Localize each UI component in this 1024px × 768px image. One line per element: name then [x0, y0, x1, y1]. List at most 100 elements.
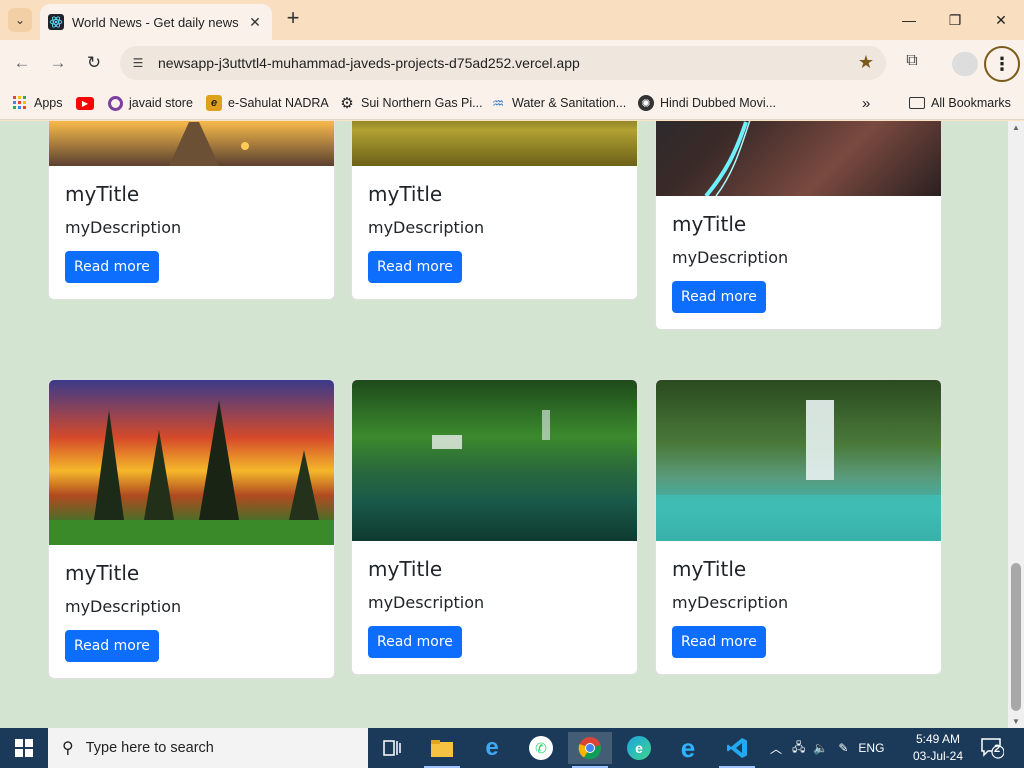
notification-center-button[interactable]: 2: [980, 736, 1008, 760]
folder-icon: [909, 97, 925, 109]
bookmark-hindi-dubbed[interactable]: ✺ Hindi Dubbed Movi...: [638, 92, 776, 114]
bookmark-label: Hindi Dubbed Movi...: [660, 96, 777, 110]
bookmark-apps[interactable]: Apps: [12, 92, 63, 114]
all-bookmarks-button[interactable]: All Bookmarks: [909, 92, 1011, 114]
tab-strip: ⌄ World News - Get daily news fr ✕ + — ❐…: [0, 0, 1024, 40]
minimize-button[interactable]: —: [886, 0, 932, 40]
chevron-down-icon: ⌄: [14, 13, 26, 27]
react-favicon-icon: [48, 14, 64, 30]
notification-count: 2: [994, 743, 1001, 755]
reload-icon: ↻: [86, 53, 102, 72]
arrow-right-icon: →: [49, 53, 67, 72]
ring-icon: [108, 95, 123, 111]
bookmark-e-sahulat[interactable]: e e-Sahulat NADRA: [206, 92, 329, 114]
bookmark-water-sanitation[interactable]: ♒ Water & Sanitation...: [490, 92, 626, 114]
news-card: myTitle myDescription Read more: [48, 379, 335, 679]
news-card: myTitle myDescription Read more: [351, 379, 638, 675]
scrollbar-thumb[interactable]: [1011, 563, 1021, 711]
scroll-up-icon[interactable]: ▲: [1012, 123, 1020, 132]
news-card-title: myTitle: [65, 182, 140, 206]
news-card-image: [352, 121, 637, 166]
chevron-up-icon[interactable]: ︿: [770, 740, 782, 757]
news-card: myTitle myDescription Read more: [655, 379, 942, 675]
tab-close-icon[interactable]: ✕: [246, 14, 264, 31]
kebab-menu-icon: ⋮: [993, 53, 1011, 74]
taskbar-clock[interactable]: 5:49 AM 03-Jul-24: [904, 731, 972, 765]
browser-tab[interactable]: World News - Get daily news fr ✕: [40, 4, 272, 40]
pen-icon[interactable]: ✎: [838, 741, 848, 755]
speaker-icon[interactable]: 🔈: [813, 741, 828, 755]
edge-button[interactable]: e: [470, 732, 514, 764]
chrome-button[interactable]: [568, 732, 612, 768]
new-tab-button[interactable]: +: [282, 7, 304, 30]
close-window-button[interactable]: ✕: [978, 0, 1024, 40]
news-card-title: myTitle: [672, 212, 747, 236]
start-button[interactable]: [0, 728, 48, 768]
extensions-icon[interactable]: ⧉: [900, 52, 924, 76]
e-sahulat-icon: e: [206, 95, 222, 111]
task-view-icon: [383, 740, 401, 756]
edge-icon: e: [485, 734, 499, 761]
news-card-title: myTitle: [368, 182, 443, 206]
internet-explorer-button[interactable]: e: [666, 732, 710, 764]
bookmark-label: e-Sahulat NADRA: [228, 96, 329, 110]
search-placeholder: Type here to search: [85, 740, 214, 756]
arrow-left-icon: ←: [13, 53, 31, 72]
reload-button[interactable]: ↻: [82, 51, 106, 75]
network-icon[interactable]: 🖧: [792, 738, 805, 759]
edge-dev-button[interactable]: e: [617, 732, 661, 764]
gear-logo-icon: ⚙: [340, 95, 354, 112]
notification-icon: [981, 738, 1005, 759]
url-text: newsapp-j3uttvtl4-muhammad-javeds-projec…: [158, 55, 580, 71]
bookmark-label: Water & Sanitation...: [512, 96, 627, 110]
whatsapp-button[interactable]: ✆: [519, 732, 563, 764]
browser-toolbar: ← → ↻ ☰ newsapp-j3uttvtl4-muhammad-javed…: [0, 40, 1024, 86]
file-explorer-button[interactable]: [420, 732, 464, 768]
news-card-description: myDescription: [672, 593, 789, 612]
bookmark-star-icon[interactable]: ★: [858, 52, 874, 73]
address-bar[interactable]: ☰ newsapp-j3uttvtl4-muhammad-javeds-proj…: [120, 46, 886, 80]
read-more-button[interactable]: Read more: [368, 251, 462, 283]
windows-logo-icon: [15, 739, 33, 757]
taskbar-search-box[interactable]: ⚲ Type here to search: [48, 728, 368, 768]
vscode-button[interactable]: [715, 732, 759, 768]
bookmark-sui-northern[interactable]: ⚙ Sui Northern Gas Pi...: [339, 92, 483, 114]
clock-time: 5:49 AM: [915, 732, 961, 746]
bookmarks-bar: Apps ▶ javaid store e e-Sahulat NADRA ⚙ …: [0, 86, 1024, 120]
news-card-description: myDescription: [672, 248, 789, 267]
language-indicator[interactable]: ENG: [858, 741, 884, 755]
bookmark-javaid-store[interactable]: javaid store: [108, 92, 193, 114]
read-more-button[interactable]: Read more: [65, 251, 159, 283]
read-more-button[interactable]: Read more: [65, 630, 159, 662]
news-card-title: myTitle: [368, 557, 443, 581]
read-more-button[interactable]: Read more: [368, 626, 462, 658]
windows-taskbar: ⚲ Type here to search e ✆ e e ︿ 🖧 🔈 ✎ EN…: [0, 728, 1024, 768]
bookmark-label: javaid store: [129, 96, 193, 110]
bookmark-youtube[interactable]: ▶: [76, 92, 100, 114]
news-card: myTitle myDescription Read more: [48, 121, 335, 300]
news-card: myTitle myDescription Read more: [655, 121, 942, 330]
forward-button[interactable]: →: [46, 51, 70, 75]
tab-title: World News - Get daily news fr: [72, 14, 240, 30]
browser-menu-button[interactable]: ⋮: [984, 46, 1020, 82]
apps-grid-icon: [12, 95, 28, 111]
task-view-button[interactable]: [370, 732, 414, 764]
bookmark-label: Sui Northern Gas Pi...: [361, 96, 483, 110]
restore-button[interactable]: ❐: [932, 0, 978, 40]
clock-date: 03-Jul-24: [912, 749, 964, 763]
all-bookmarks-label: All Bookmarks: [931, 96, 1011, 110]
news-card-image: [656, 121, 941, 198]
back-button[interactable]: ←: [10, 51, 34, 75]
search-icon: ⚲: [62, 740, 74, 757]
tab-search-button[interactable]: ⌄: [8, 8, 32, 32]
site-info-icon[interactable]: ☰: [124, 49, 152, 77]
page-scrollbar[interactable]: ▲ ▼: [1008, 121, 1024, 728]
profile-avatar[interactable]: [952, 52, 978, 76]
read-more-button[interactable]: Read more: [672, 281, 766, 313]
bookmarks-overflow-button[interactable]: »: [862, 92, 870, 114]
news-card-image: [656, 380, 941, 541]
scroll-down-icon[interactable]: ▼: [1012, 717, 1020, 726]
news-card-description: myDescription: [368, 218, 485, 237]
read-more-button[interactable]: Read more: [672, 626, 766, 658]
edge-dev-icon: e: [627, 736, 651, 760]
